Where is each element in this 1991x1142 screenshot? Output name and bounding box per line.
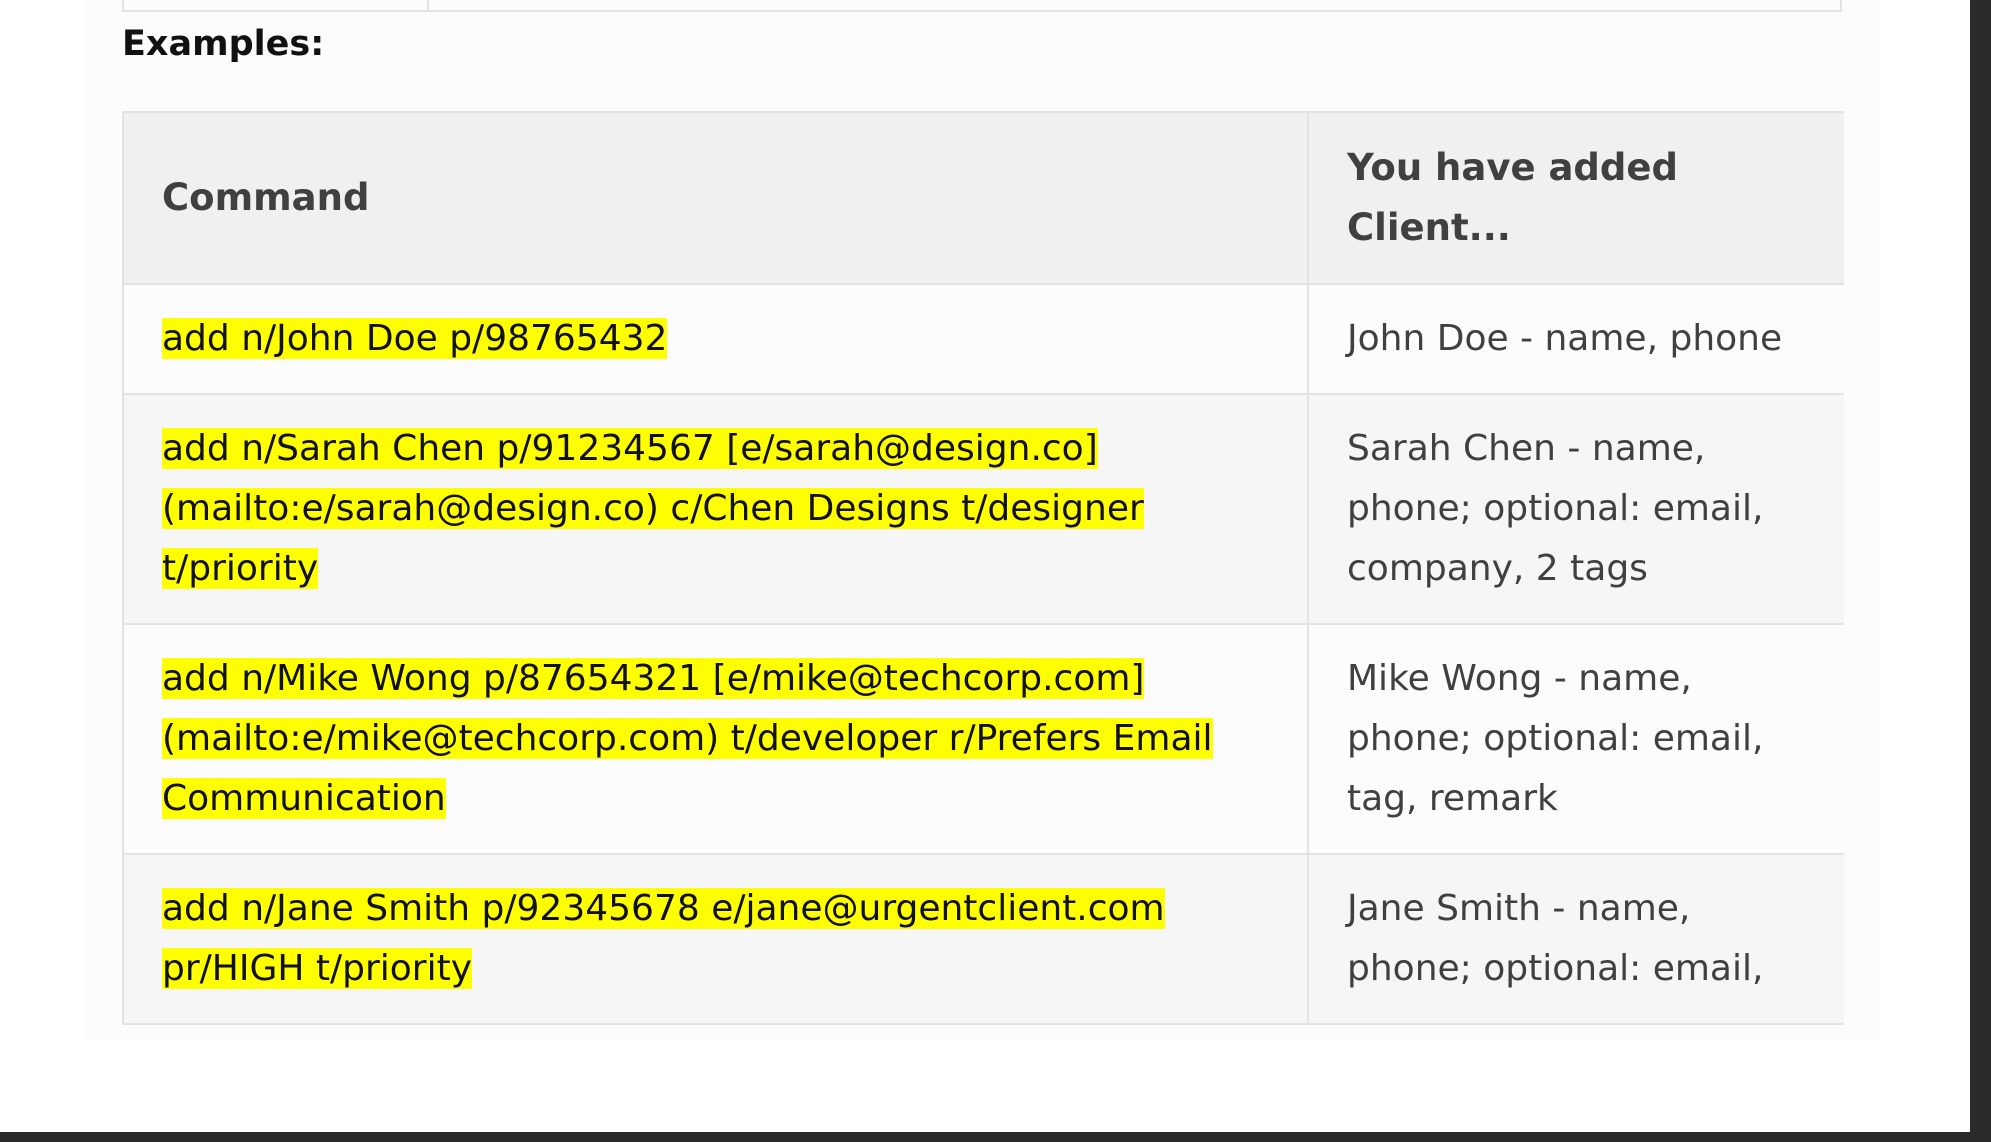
result-cell: Sarah Chen - name, phone; optional: emai… <box>1307 393 1844 625</box>
document-page: Examples: Command You have added Client.… <box>0 0 1970 1132</box>
table-row: add n/Mike Wong p/87654321 [e/mike@techc… <box>122 623 1844 855</box>
examples-table: Command You have added Client... add n/J… <box>122 111 1844 1025</box>
window-bottom-edge <box>0 1132 1991 1142</box>
result-text: Sarah Chen - name, phone; optional: emai… <box>1347 428 1764 589</box>
table-row: add n/John Doe p/98765432 John Doe - nam… <box>122 283 1844 395</box>
previous-table-edge <box>122 0 1842 12</box>
table-row: add n/Sarah Chen p/91234567 [e/sarah@des… <box>122 393 1844 625</box>
command-code: add n/Sarah Chen p/91234567 [e/sarah@des… <box>162 428 1144 589</box>
previous-table-divider <box>427 0 429 10</box>
window-right-edge <box>1970 0 1991 1142</box>
command-code: add n/Jane Smith p/92345678 e/jane@urgen… <box>162 888 1165 989</box>
command-cell: add n/Mike Wong p/87654321 [e/mike@techc… <box>122 623 1309 855</box>
result-cell: John Doe - name, phone <box>1307 283 1844 395</box>
command-column-header: Command <box>122 111 1309 285</box>
result-text: Mike Wong - name, phone; optional: email… <box>1347 658 1764 819</box>
command-cell: add n/Jane Smith p/92345678 e/jane@urgen… <box>122 853 1309 1025</box>
command-code: add n/John Doe p/98765432 <box>162 318 668 359</box>
command-cell: add n/John Doe p/98765432 <box>122 283 1309 395</box>
result-text: John Doe - name, phone <box>1347 318 1783 359</box>
command-code: add n/Mike Wong p/87654321 [e/mike@techc… <box>162 658 1213 819</box>
examples-heading: Examples: <box>122 24 325 64</box>
command-cell: add n/Sarah Chen p/91234567 [e/sarah@des… <box>122 393 1309 625</box>
table-header-row: Command You have added Client... <box>122 111 1844 285</box>
result-cell: Mike Wong - name, phone; optional: email… <box>1307 623 1844 855</box>
result-text: Jane Smith - name, phone; optional: emai… <box>1347 888 1764 989</box>
examples-table-container: Command You have added Client... add n/J… <box>122 111 1844 1040</box>
table-row: add n/Jane Smith p/92345678 e/jane@urgen… <box>122 853 1844 1025</box>
result-column-header: You have added Client... <box>1307 111 1844 285</box>
result-cell: Jane Smith - name, phone; optional: emai… <box>1307 853 1844 1025</box>
